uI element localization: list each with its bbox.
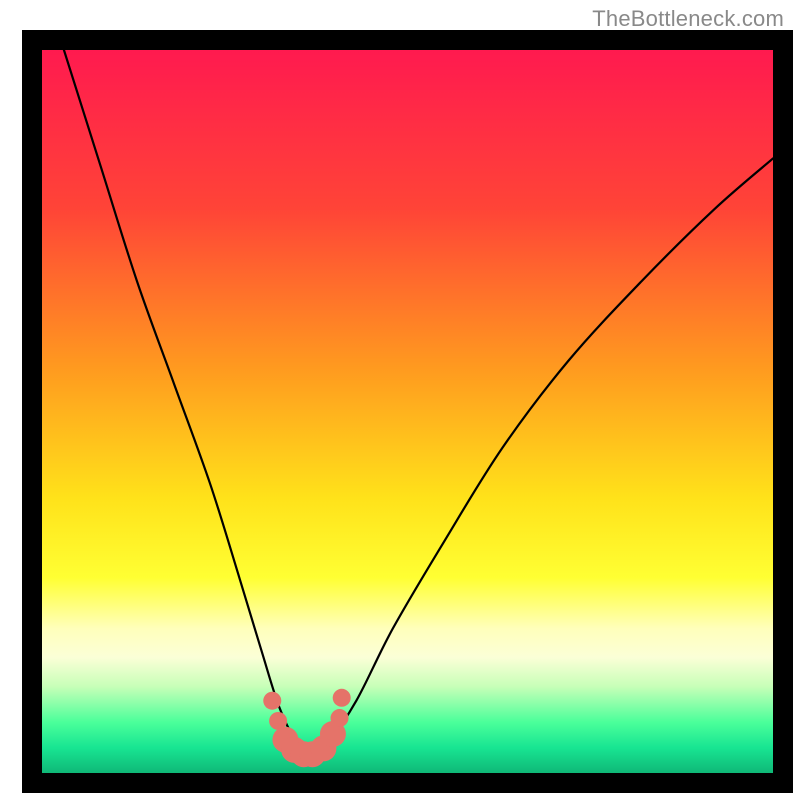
highlight-dot [263,692,281,710]
highlight-dot [333,689,351,707]
watermark-text: TheBottleneck.com [592,6,784,32]
plot-background [42,50,773,773]
highlight-dot [331,709,349,727]
bottleneck-chart [0,0,800,800]
chart-container: TheBottleneck.com [0,0,800,800]
